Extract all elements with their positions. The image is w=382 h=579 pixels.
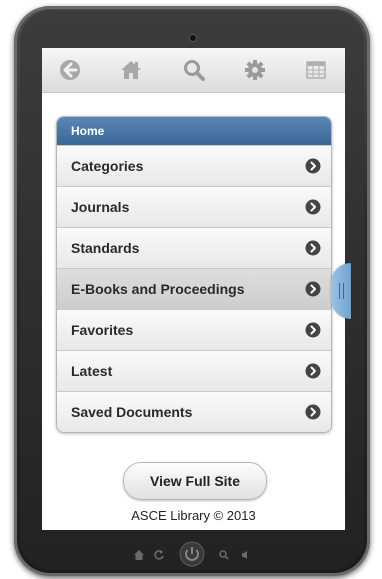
grid-icon[interactable] [302,56,330,84]
chevron-right-icon [305,240,321,256]
settings-icon[interactable] [241,56,269,84]
menu-header-home[interactable]: Home [57,117,331,145]
device-power-icon[interactable] [178,540,206,573]
device-home-icon[interactable] [133,548,145,566]
main-menu: Home Categories Journals Standards E-Books … [56,116,332,433]
menu-item-saved-documents[interactable]: Saved Documents [57,391,331,432]
app-screen: Home Categories Journals Standards E-Books … [42,48,345,530]
device-search-icon[interactable] [218,548,230,566]
device-back-icon[interactable] [153,548,165,566]
menu-item-favorites[interactable]: Favorites [57,309,331,350]
menu-item-categories[interactable]: Categories [57,145,331,186]
menu-item-journals[interactable]: Journals [57,186,331,227]
top-toolbar [42,48,345,93]
copyright-text: ASCE Library © 2013 [131,508,256,523]
device-volume-icon[interactable] [240,548,252,566]
device-button-bar [0,538,382,568]
view-full-site-button[interactable]: View Full Site [123,462,267,500]
menu-item-label: Standards [71,240,140,256]
menu-item-latest[interactable]: Latest [57,350,331,391]
chevron-right-icon [305,281,321,297]
menu-item-standards[interactable]: Standards [57,227,331,268]
back-icon[interactable] [56,56,84,84]
menu-item-e-books-and-proceedings[interactable]: E-Books and Proceedings [57,268,331,309]
side-panel-handle[interactable] [331,263,351,319]
chevron-right-icon [305,363,321,379]
camera-icon [189,34,197,42]
menu-item-label: Saved Documents [71,404,193,420]
menu-item-label: Latest [71,363,113,379]
chevron-right-icon [305,404,321,420]
search-icon[interactable] [180,56,208,84]
chevron-right-icon [305,158,321,174]
home-icon[interactable] [117,56,145,84]
menu-item-label: Categories [71,158,144,174]
menu-item-label: Favorites [71,322,134,338]
menu-item-label: Journals [71,199,130,215]
chevron-right-icon [305,199,321,215]
menu-item-label: E-Books and Proceedings [71,281,245,297]
chevron-right-icon [305,322,321,338]
